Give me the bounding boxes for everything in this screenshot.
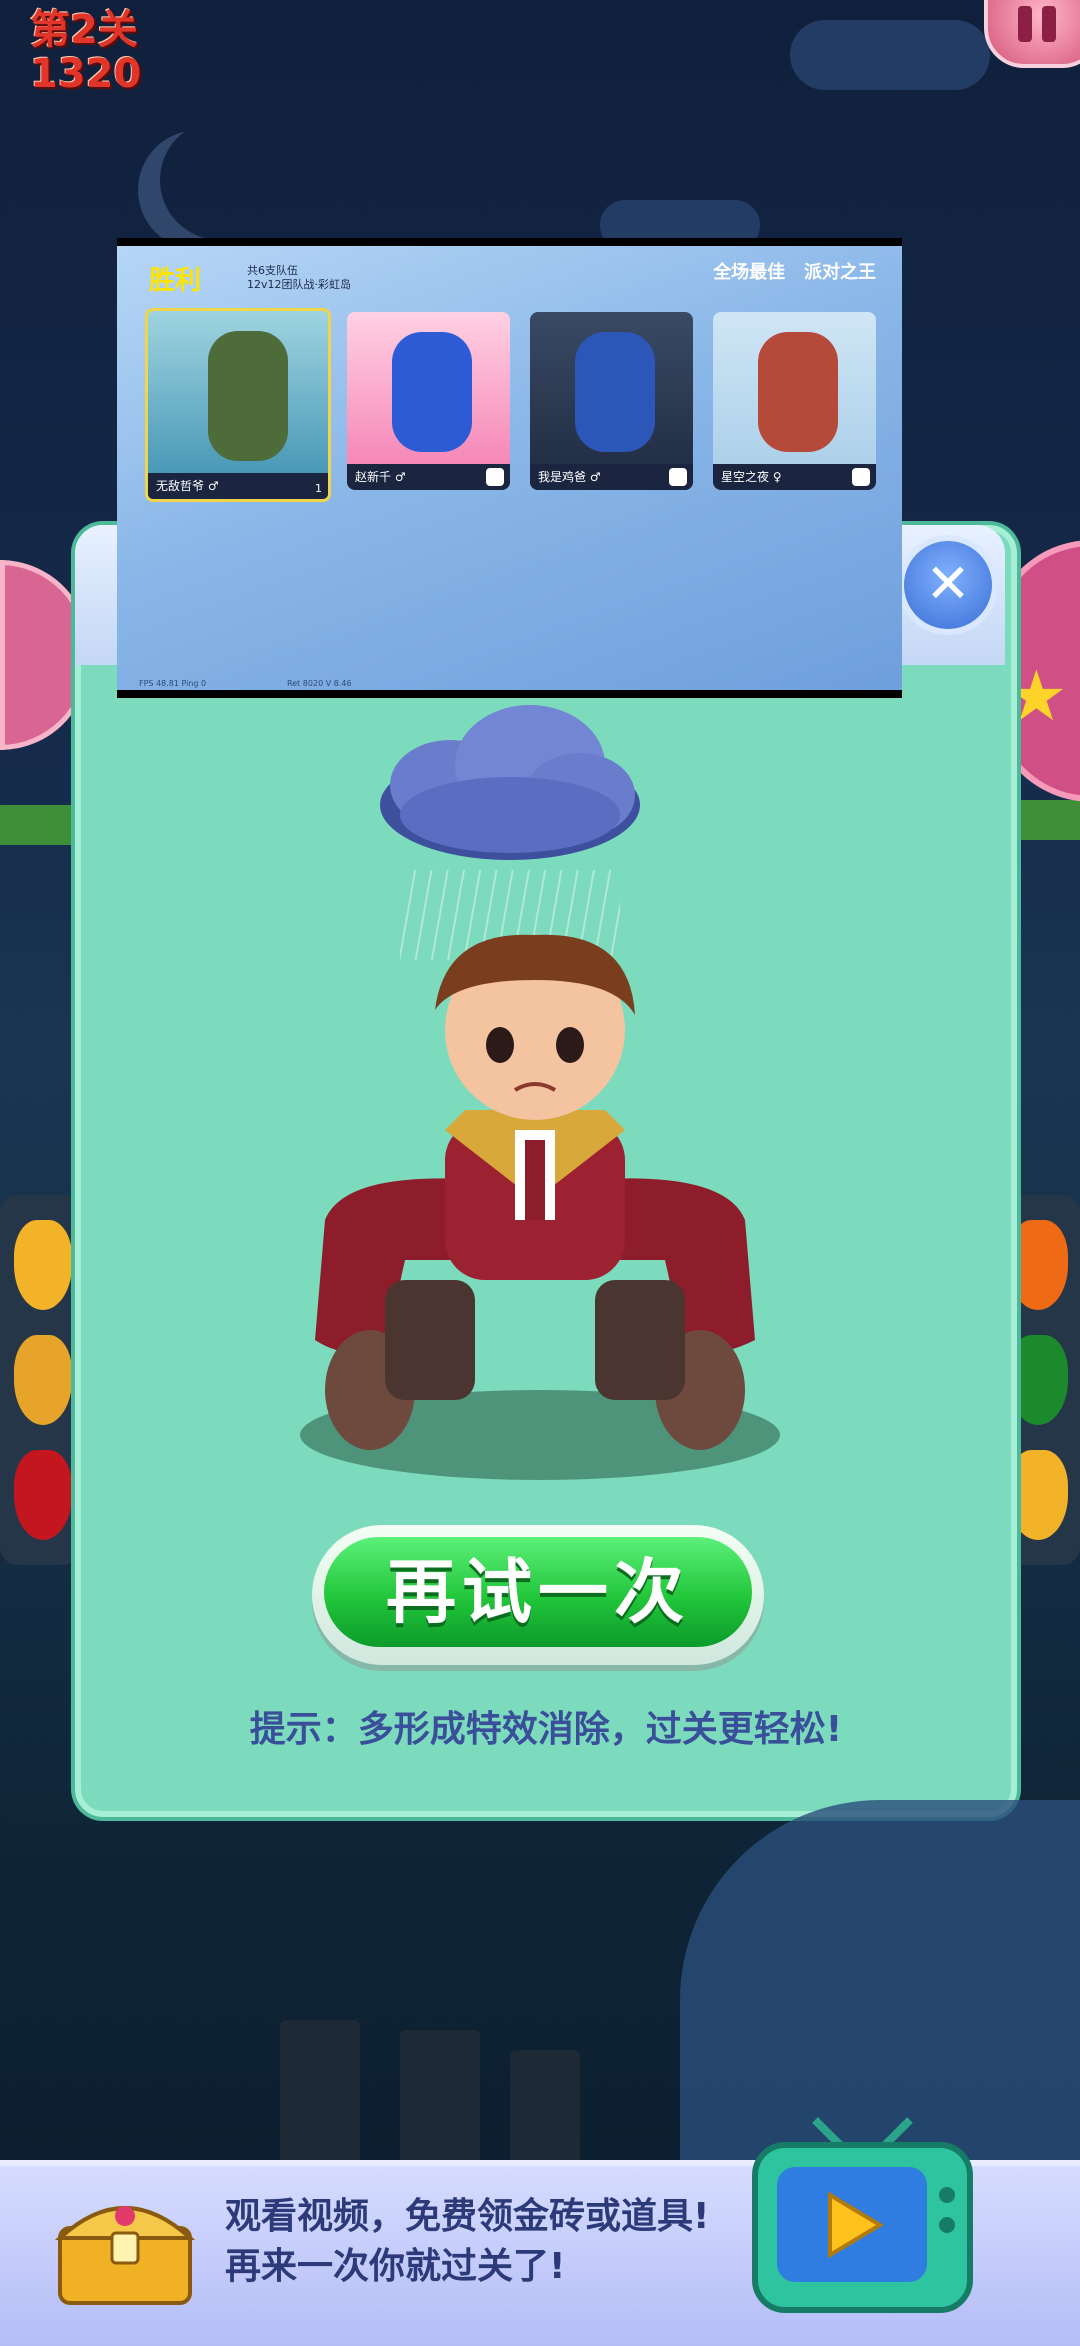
like-count: 1 (315, 482, 322, 495)
player-name: 无敌哲爷 ♂ (148, 473, 328, 499)
pause-icon (1018, 6, 1032, 42)
victory-title: 胜利 (149, 266, 202, 296)
game-board-left (0, 1195, 80, 1565)
player-avatar (392, 332, 472, 452)
hint-text: 提示：多形成特效消除，过关更轻松! (249, 1709, 843, 1750)
rain-cloud-icon (380, 705, 640, 860)
stone-tower (680, 1800, 1080, 2160)
candy-flower-red (14, 1450, 72, 1540)
candy-heart-yellow (1008, 1450, 1068, 1540)
version-info: Ret 8020 V 8.46 (287, 679, 352, 688)
candy-heart-yellow (14, 1220, 72, 1310)
close-button[interactable]: ✕ (898, 535, 998, 635)
ad-victory-screen: 胜利 共6支队伍 12v12团队战·彩虹岛 全场最佳 派对之王 无敌哲爷 ♂ 1… (117, 246, 902, 690)
player-avatar (208, 331, 288, 461)
grass-left (0, 805, 80, 845)
pause-button[interactable] (984, 0, 1080, 68)
player-card[interactable]: 赵新千 ♂ (347, 312, 510, 490)
award-mvp: 全场最佳 (713, 262, 786, 283)
close-icon: ✕ (925, 552, 971, 615)
candy-heart-yellow (14, 1335, 72, 1425)
banner-text: 观看视频，免费领金砖或道具! 再来一次你就过关了! (225, 2192, 709, 2292)
banner-line-2: 再来一次你就过关了! (225, 2246, 566, 2287)
treasure-chest-icon (54, 2206, 196, 2305)
player-card[interactable]: 无敌哲爷 ♂ 1 (145, 308, 331, 502)
moon-decoration (160, 120, 280, 240)
candy-hexagon-green (1008, 1335, 1068, 1425)
banner-line-1: 观看视频，免费领金砖或道具! (225, 2196, 710, 2237)
player-card[interactable]: 我是鸡爸 ♂ (530, 312, 693, 490)
background-cloud (790, 20, 990, 90)
pause-icon (1042, 6, 1056, 42)
score-value: 1320 (30, 51, 142, 97)
fps-info: FPS 48.81 Ping 0 (139, 679, 207, 688)
match-info: 共6支队伍 12v12团队战·彩虹岛 (247, 264, 351, 292)
awards: 全场最佳 派对之王 (713, 258, 876, 284)
match-mode: 12v12团队战·彩虹岛 (247, 278, 352, 291)
match-teams: 共6支队伍 (247, 264, 298, 277)
sad-boy-character (315, 934, 755, 1450)
player-card[interactable]: 星空之夜 ♀ (713, 312, 876, 490)
player-avatar (575, 332, 655, 452)
watch-video-button[interactable] (745, 2115, 980, 2325)
player-avatar (758, 332, 838, 452)
thumbs-up-icon[interactable] (669, 468, 687, 486)
retry-button[interactable]: 再试一次 (312, 1525, 764, 1665)
thumbs-up-icon[interactable] (486, 468, 504, 486)
ad-overlay-screenshot[interactable]: 胜利 共6支队伍 12v12团队战·彩虹岛 全场最佳 派对之王 无敌哲爷 ♂ 1… (117, 238, 902, 698)
thumbs-up-icon[interactable] (852, 468, 870, 486)
level-indicator: 第2关 1320 (30, 8, 141, 96)
level-label: 第2关 (30, 7, 138, 53)
retry-button-label: 再试一次 (324, 1537, 752, 1647)
candy-orange (1008, 1220, 1068, 1310)
award-party-king: 派对之王 (804, 262, 876, 283)
